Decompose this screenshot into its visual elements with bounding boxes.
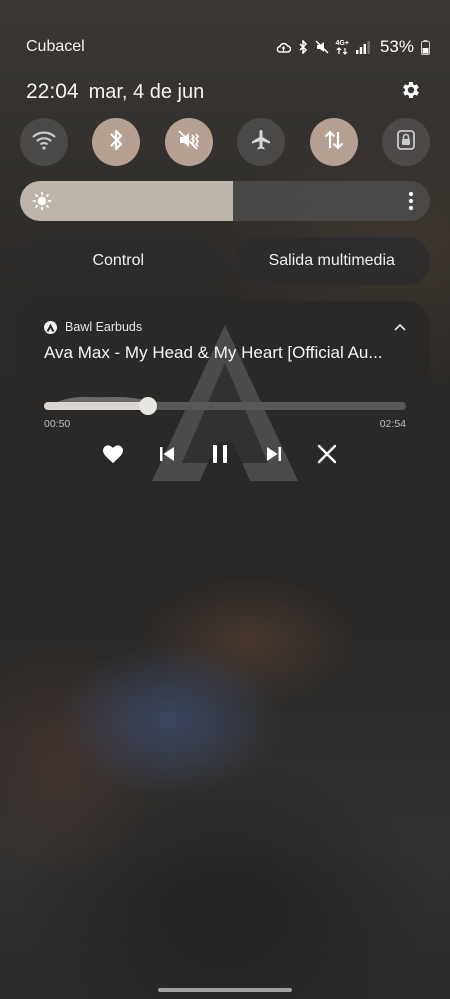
seek-bar[interactable] xyxy=(44,397,406,415)
network-4g-icon: 4G+ xyxy=(336,40,349,55)
playback-controls xyxy=(100,441,340,467)
toggle-rotation-lock[interactable] xyxy=(381,118,430,166)
panel-header: 22:04 mar, 4 de jun xyxy=(26,78,422,106)
close-icon[interactable] xyxy=(314,441,340,467)
toggle-mobile-data[interactable] xyxy=(309,118,358,166)
date-label[interactable]: mar, 4 de jun xyxy=(89,81,205,104)
status-bar: Cubacel 4G+ 53% xyxy=(26,36,430,58)
shortcut-buttons: Control Salida multimedia xyxy=(20,237,430,285)
airplane-icon xyxy=(249,128,273,157)
total-duration: 02:54 xyxy=(379,418,406,430)
signal-icon xyxy=(355,40,370,54)
media-player-card[interactable]: Bawl Earbuds Ava Max - My Head & My Hear… xyxy=(20,301,430,485)
clock-time[interactable]: 22:04 xyxy=(26,80,79,104)
toggle-wifi[interactable] xyxy=(20,118,68,166)
data-transfer-icon xyxy=(322,128,346,157)
seek-bar-thumb[interactable] xyxy=(138,397,157,415)
sun-icon xyxy=(32,191,52,216)
chevron-up-icon[interactable] xyxy=(394,318,406,336)
home-indicator[interactable] xyxy=(158,988,292,992)
gear-icon[interactable] xyxy=(400,79,422,106)
media-output-button[interactable]: Salida multimedia xyxy=(233,237,430,285)
pause-icon[interactable] xyxy=(207,441,233,467)
toggle-bluetooth[interactable] xyxy=(92,118,141,166)
app-logo-icon xyxy=(44,320,57,334)
mute-icon xyxy=(315,40,329,54)
carrier-name: Cubacel xyxy=(26,38,85,55)
mute-icon xyxy=(177,128,201,157)
previous-track-icon[interactable] xyxy=(154,441,180,467)
bluetooth-icon xyxy=(298,40,308,54)
lock-icon xyxy=(396,129,416,156)
next-track-icon[interactable] xyxy=(261,441,287,467)
wifi-icon xyxy=(31,130,57,155)
control-button[interactable]: Control xyxy=(20,237,217,285)
elapsed-time: 00:50 xyxy=(44,418,71,430)
track-title: Ava Max - My Head & My Heart [Official A… xyxy=(44,343,383,362)
seek-bar-progress xyxy=(44,402,148,410)
brightness-slider[interactable] xyxy=(20,181,430,221)
bluetooth-icon xyxy=(108,127,124,158)
toggle-sound[interactable] xyxy=(164,118,213,166)
quick-toggles xyxy=(20,118,430,166)
toggle-airplane[interactable] xyxy=(237,118,286,166)
heart-icon[interactable] xyxy=(100,441,126,467)
media-app-name: Bawl Earbuds xyxy=(65,320,143,334)
cloud-sync-icon xyxy=(276,41,291,54)
more-options-icon[interactable] xyxy=(408,191,414,216)
battery-icon xyxy=(421,39,430,55)
battery-percent: 53% xyxy=(379,37,414,56)
